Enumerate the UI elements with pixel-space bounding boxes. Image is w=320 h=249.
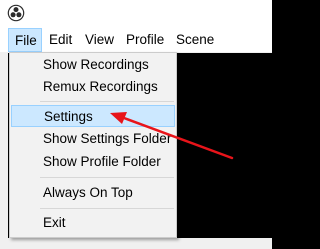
menu-item-exit[interactable]: Exit [11,212,175,234]
file-menu-dropdown: Show Recordings Remux Recordings Setting… [9,52,177,238]
menu-item-remux-recordings[interactable]: Remux Recordings [11,76,175,98]
menu-file[interactable]: File [8,28,42,52]
menu-scene-collection[interactable]: Scene Collection [176,28,272,71]
menu-profile[interactable]: Profile [126,28,164,52]
title-bar [0,0,272,28]
menu-item-show-profile-folder[interactable]: Show Profile Folder [11,151,175,173]
menu-separator [40,177,174,178]
menu-item-show-recordings[interactable]: Show Recordings [11,54,175,76]
bottom-panel [0,238,272,249]
menu-separator [40,101,174,102]
menu-separator [40,208,174,209]
menu-bar: File Edit View Profile Scene Collection [0,28,272,71]
menu-item-always-on-top[interactable]: Always On Top [11,182,175,204]
menu-edit[interactable]: Edit [49,28,72,52]
menu-item-show-settings-folder[interactable]: Show Settings Folder [11,128,175,150]
menu-view[interactable]: View [85,28,114,52]
left-panel [0,53,8,249]
menu-item-settings[interactable]: Settings [11,105,175,127]
obs-logo-icon[interactable] [7,4,25,22]
